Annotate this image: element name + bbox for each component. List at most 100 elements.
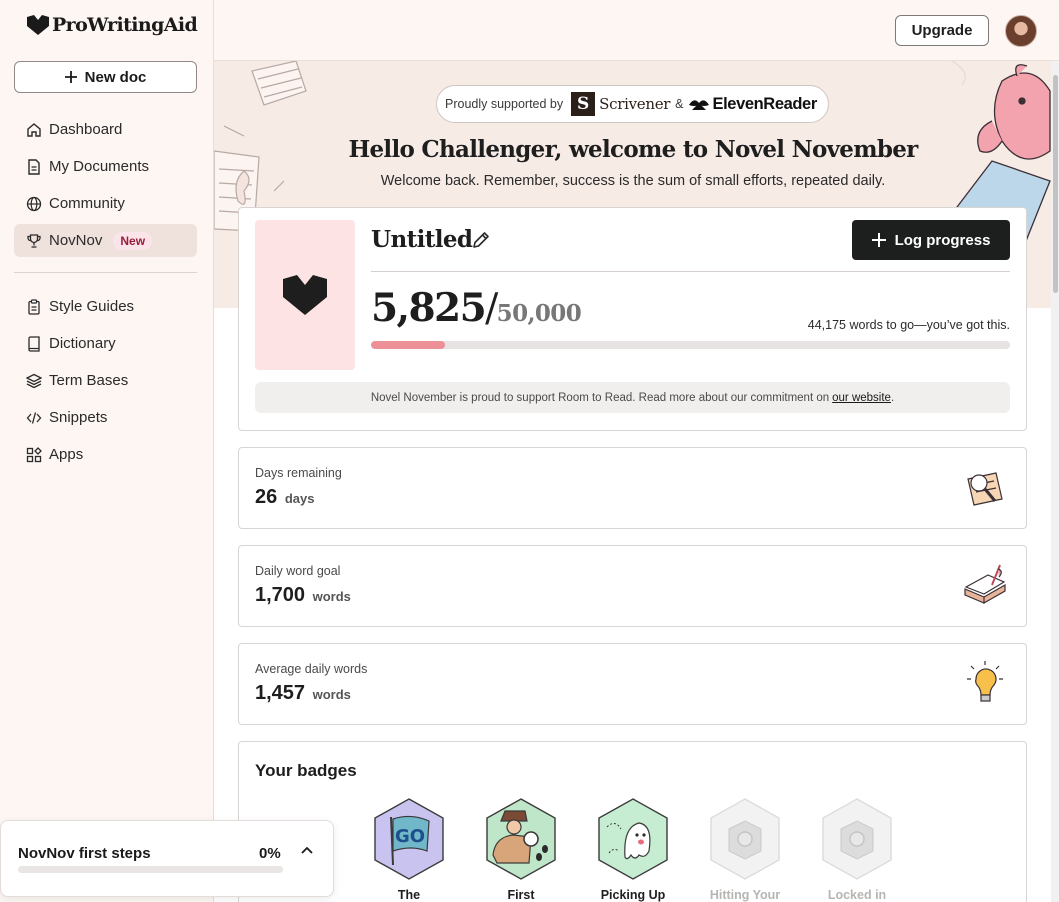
badge-label: The xyxy=(397,888,421,902)
stat-unit: days xyxy=(284,491,315,506)
project-title: Untitled xyxy=(371,226,473,253)
days-remaining-value: 26 days xyxy=(255,486,314,509)
elevenreader-name[interactable]: ElevenReader xyxy=(713,95,818,114)
sidebar-item-apps[interactable]: Apps xyxy=(14,438,197,471)
home-icon xyxy=(27,122,41,137)
log-progress-label: Log progress xyxy=(894,231,991,249)
new-doc-button[interactable]: New doc xyxy=(14,61,197,93)
first-steps-widget[interactable]: NovNov first steps 0% xyxy=(0,820,334,897)
lightbulb-icon xyxy=(967,661,1003,702)
magnifier-notes-icon xyxy=(967,472,1003,506)
plus-icon xyxy=(871,233,886,247)
card-divider xyxy=(371,271,1010,272)
word-progress-fill xyxy=(371,341,446,349)
scrivener-name: Scrivener xyxy=(599,95,671,113)
tools-nav: Style Guides Dictionary Term Bases Snipp… xyxy=(14,290,197,475)
badge-label: First xyxy=(507,888,535,902)
badge-label: Locked in xyxy=(827,888,887,902)
word-count: 5,825/50,000 xyxy=(371,285,582,331)
room-to-read-text: Novel November is proud to support Room … xyxy=(370,391,830,404)
room-to-read-notice: Novel November is proud to support Room … xyxy=(255,382,1010,413)
elevenreader-logo-icon xyxy=(688,100,709,110)
document-cover[interactable] xyxy=(255,220,355,370)
brand-logo[interactable]: ProWritingAid xyxy=(27,14,198,36)
word-count-value: 5,825 xyxy=(371,285,487,331)
avatar[interactable] xyxy=(1005,15,1037,47)
word-count-slash: / xyxy=(485,286,498,331)
scrivener-logo-icon[interactable]: S xyxy=(571,92,596,116)
layers-icon xyxy=(26,373,42,388)
sponsors-pill: Proudly supported by S Scrivener & Eleve… xyxy=(436,85,829,123)
code-icon xyxy=(26,411,42,424)
clipboard-icon xyxy=(28,298,40,315)
stat-unit: words xyxy=(312,687,351,702)
average-daily-words-value: 1,457 words xyxy=(255,682,351,705)
upgrade-button[interactable]: Upgrade xyxy=(895,15,989,46)
globe-icon xyxy=(26,196,42,211)
sidebar-item-label: Apps xyxy=(49,446,84,463)
sidebar-item-label: My Documents xyxy=(49,158,150,175)
page-title: Hello Challenger, welcome to Novel Novem… xyxy=(348,136,918,163)
stat-number: 1,700 xyxy=(255,584,306,606)
badge-label: Hitting Your xyxy=(709,888,781,902)
trophy-icon xyxy=(27,233,41,248)
sidebar-item-style-guides[interactable]: Style Guides xyxy=(14,290,197,323)
days-remaining-label: Days remaining xyxy=(255,466,342,480)
chevron-up-icon[interactable] xyxy=(299,843,315,859)
stat-unit: words xyxy=(312,589,351,604)
sidebar-item-community[interactable]: Community xyxy=(14,187,197,220)
sidebar-item-novnov[interactable]: NovNov New xyxy=(14,224,197,257)
ghost-badge-icon[interactable] xyxy=(595,797,671,881)
word-progress-bar xyxy=(371,341,1010,349)
locked-badge-icon[interactable] xyxy=(819,797,895,881)
average-daily-words-label: Average daily words xyxy=(255,662,368,676)
book-icon xyxy=(28,335,40,352)
ampersand: & xyxy=(675,97,684,111)
pwa-book-icon xyxy=(283,275,327,315)
new-badge: New xyxy=(113,231,153,250)
sidebar-item-my-documents[interactable]: My Documents xyxy=(14,150,197,183)
document-icon xyxy=(28,158,40,175)
first-steps-progress-bar xyxy=(18,866,283,873)
brand-name: ProWritingAid xyxy=(52,14,198,36)
daily-word-goal-value: 1,700 words xyxy=(255,584,351,607)
plus-icon xyxy=(64,71,77,83)
pwa-book-icon xyxy=(27,15,49,35)
supported-by-label: Proudly supported by xyxy=(445,97,564,111)
detective-badge-icon[interactable] xyxy=(483,797,559,881)
svg-text:GO: GO xyxy=(395,826,425,847)
daily-word-goal-label: Daily word goal xyxy=(255,564,341,578)
sidebar-item-snippets[interactable]: Snippets xyxy=(14,401,197,434)
sidebar-item-label: Style Guides xyxy=(49,298,135,315)
badges-title: Your badges xyxy=(255,761,357,780)
sidebar-item-term-bases[interactable]: Term Bases xyxy=(14,364,197,397)
locked-badge-icon[interactable] xyxy=(707,797,783,881)
page-subtitle: Welcome back. Remember, success is the s… xyxy=(380,173,886,189)
daily-word-goal-card xyxy=(238,545,1027,627)
scrollbar-thumb[interactable] xyxy=(1053,75,1058,293)
sidebar-item-dictionary[interactable]: Dictionary xyxy=(14,327,197,360)
our-website-link[interactable]: our website xyxy=(832,392,891,404)
main-nav: Dashboard My Documents Community NovNov … xyxy=(14,113,197,261)
sidebar-divider xyxy=(14,272,197,273)
sidebar-item-label: NovNov xyxy=(49,232,103,249)
word-goal: 50,000 xyxy=(496,300,582,327)
words-remaining: 44,175 words to go—you’ve got this. xyxy=(807,318,1010,332)
edit-pencil-icon[interactable] xyxy=(471,230,491,250)
sidebar-item-dashboard[interactable]: Dashboard xyxy=(14,113,197,146)
new-doc-label: New doc xyxy=(84,68,147,86)
average-daily-words-card xyxy=(238,643,1027,725)
first-steps-title: NovNov first steps xyxy=(18,845,151,862)
badge-label: Picking Up xyxy=(600,888,666,902)
stat-number: 26 xyxy=(255,486,278,508)
open-book-quill-icon xyxy=(964,564,1006,605)
first-steps-percent: 0% xyxy=(259,845,281,862)
go-flag-badge-icon[interactable]: GO xyxy=(371,797,447,881)
apps-icon xyxy=(26,446,42,462)
sidebar-item-label: Community xyxy=(49,195,125,212)
room-to-read-period: . xyxy=(890,391,895,404)
sidebar-item-label: Snippets xyxy=(49,409,108,426)
stat-number: 1,457 xyxy=(255,682,306,704)
log-progress-button[interactable]: Log progress xyxy=(852,220,1010,260)
days-remaining-card xyxy=(238,447,1027,529)
